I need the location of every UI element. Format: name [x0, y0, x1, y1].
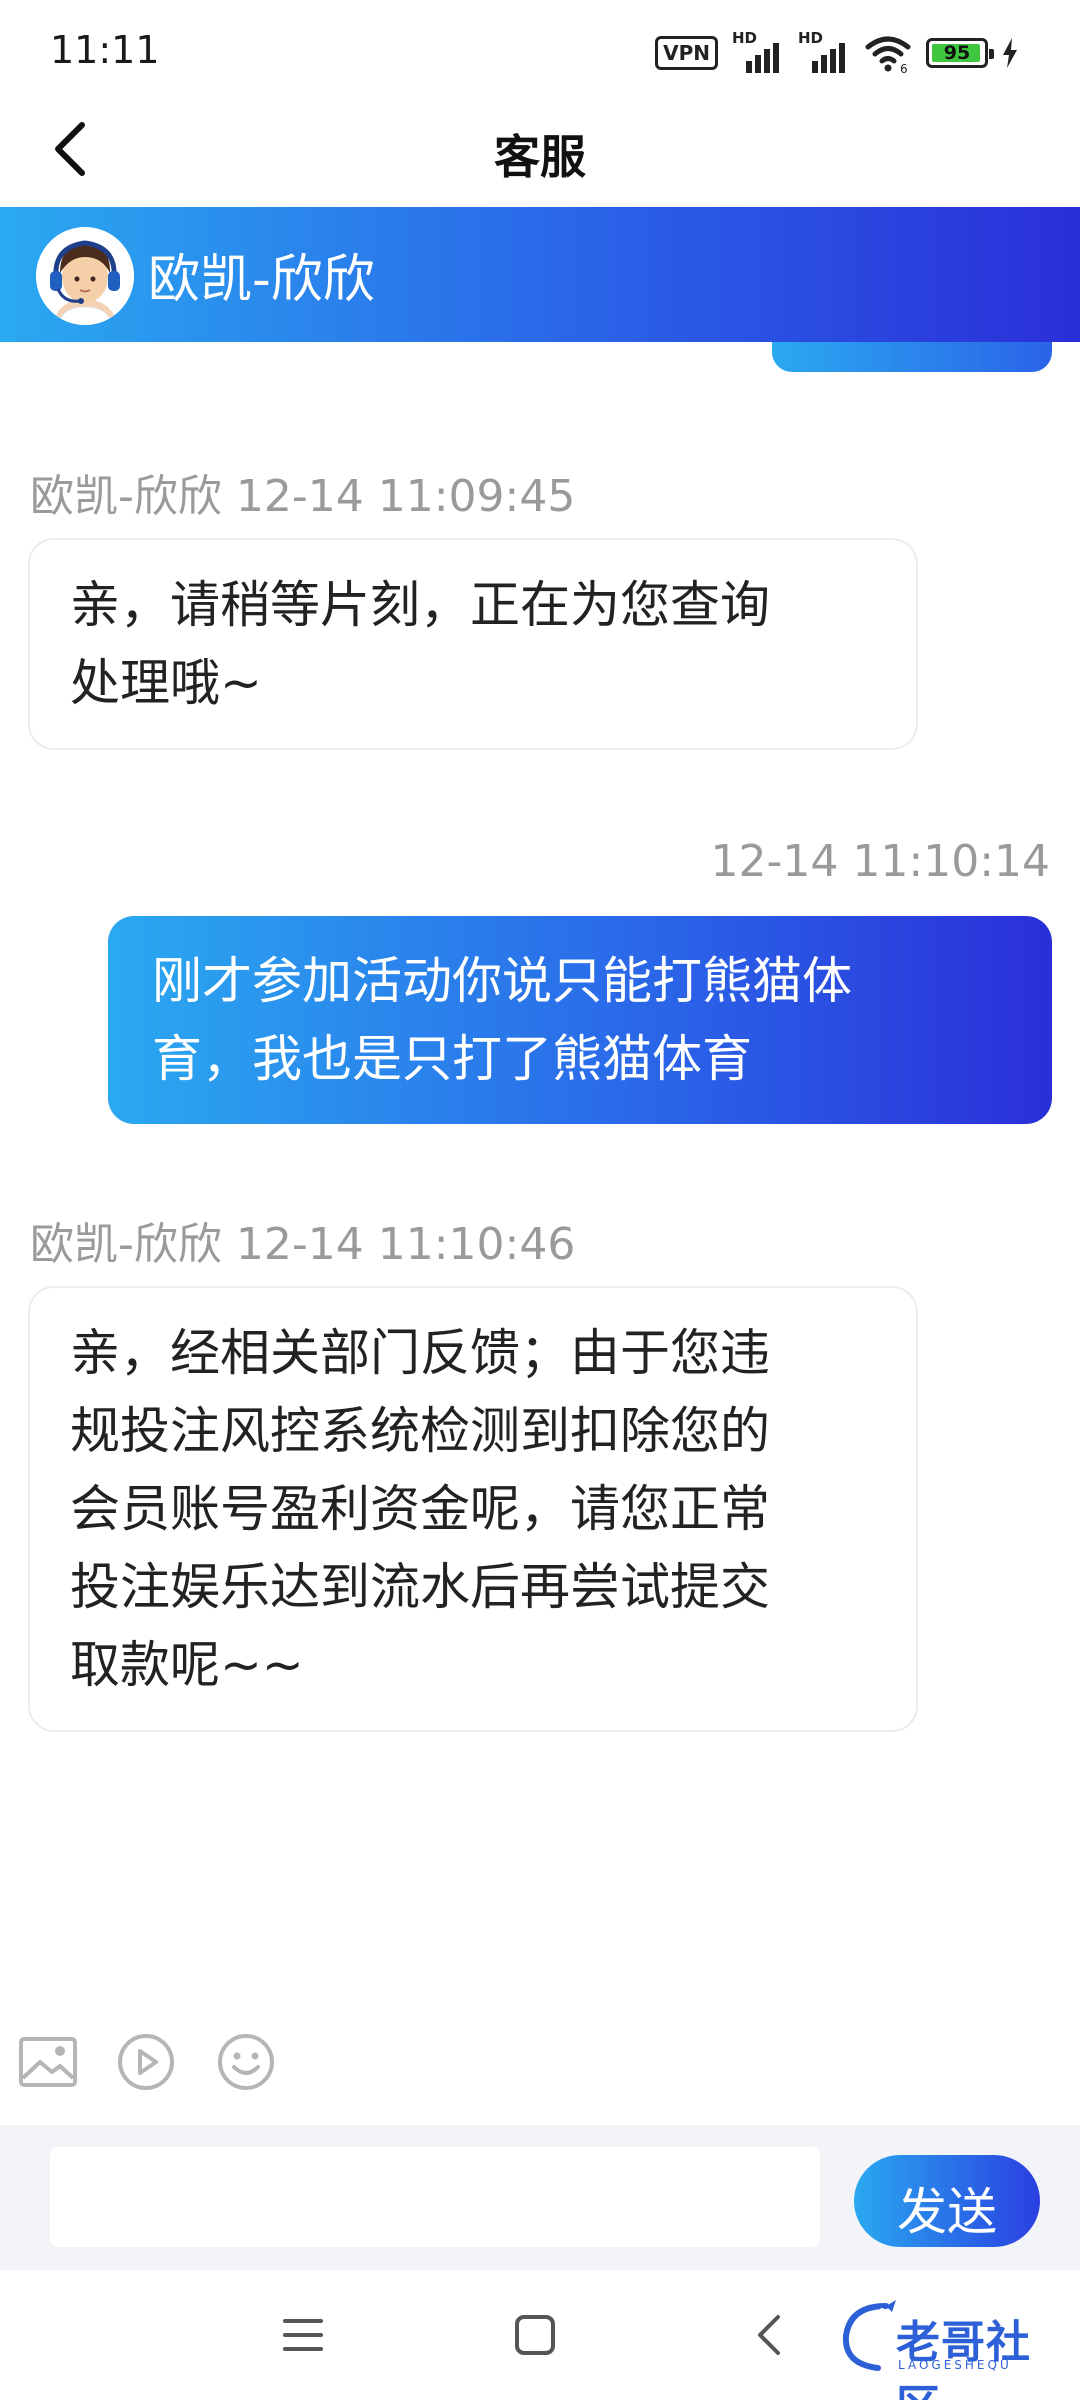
send-button[interactable]: 发送	[854, 2155, 1040, 2247]
page-title: 客服	[494, 130, 586, 184]
watermark-logo: 老哥社区 LAOGESHEQU	[838, 2298, 1068, 2400]
agent-name: 欧凯-欣欣	[148, 250, 375, 310]
menu-icon	[283, 2319, 323, 2351]
navigation-bar: 老哥社区 LAOGESHEQU	[0, 2270, 1080, 2400]
cell-signal-icon: HD	[798, 29, 850, 73]
message-line: 刚才参加活动你说只能打熊猫体	[152, 952, 852, 1010]
chat-area[interactable]: 欧凯-欣欣 12-14 11:09:45 亲，请稍等片刻，正在为您查询 处理哦~…	[0, 342, 1080, 2002]
status-time: 11:11	[50, 28, 160, 72]
watermark-subtext: LAOGESHEQU	[898, 2358, 1012, 2372]
dragon-logo-icon	[842, 2300, 896, 2371]
agent-message-bubble: 亲，请稍等片刻，正在为您查询 处理哦~	[28, 538, 918, 750]
menu-button[interactable]	[268, 2300, 338, 2370]
watermark-text: 老哥社区	[896, 2317, 1031, 2400]
charging-bolt-icon	[1002, 38, 1018, 68]
media-toolbar	[0, 2030, 1080, 2110]
message-meta: 欧凯-欣欣 12-14 11:10:46	[30, 1219, 576, 1270]
home-square-icon	[515, 2315, 555, 2355]
previous-message-bubble	[772, 342, 1052, 372]
image-icon[interactable]	[16, 2030, 80, 2094]
message-meta: 欧凯-欣欣 12-14 11:09:45	[30, 471, 576, 522]
battery-level: 95	[943, 42, 971, 64]
agent-message-bubble: 亲，经相关部门反馈；由于您违 规投注风控系统检测到扣除您的 会员账号盈利资金呢，…	[28, 1286, 918, 1732]
message-input[interactable]	[50, 2147, 820, 2247]
emoji-icon[interactable]	[214, 2030, 278, 2094]
message-meta: 12-14 11:10:14	[710, 836, 1050, 887]
status-icons: VPN HD HD 6 95	[655, 29, 1018, 76]
status-bar: 11:11 VPN HD HD 6 95	[0, 0, 1080, 95]
svg-text:6: 6	[900, 62, 908, 73]
message-line: 规投注风控系统检测到扣除您的	[70, 1402, 770, 1460]
battery-icon: 95	[926, 38, 994, 68]
cell-signal-icon: HD	[732, 29, 784, 73]
title-bar: 客服	[0, 95, 1080, 207]
message-line: 亲，经相关部门反馈；由于您违	[70, 1324, 770, 1382]
message-line: 取款呢~~	[70, 1636, 304, 1694]
screen: 11:11 VPN HD HD 6 95 客服 欧凯-欣欣 欧凯-欣欣 12-1…	[0, 0, 1080, 2400]
message-line: 投注娱乐达到流水后再尝试提交	[70, 1558, 770, 1616]
agent-avatar	[36, 227, 134, 325]
message-line: 处理哦~	[70, 654, 262, 712]
user-message-bubble: 刚才参加活动你说只能打熊猫体 育，我也是只打了熊猫体育	[108, 916, 1052, 1124]
video-icon[interactable]	[114, 2030, 178, 2094]
input-bar: 发送	[0, 2125, 1080, 2270]
message-line: 会员账号盈利资金呢，请您正常	[70, 1480, 770, 1538]
wifi-icon: 6	[864, 33, 912, 76]
back-arrow-icon	[758, 2315, 780, 2355]
message-line: 亲，请稍等片刻，正在为您查询	[70, 576, 770, 634]
nav-back-button[interactable]	[734, 2300, 804, 2370]
home-button[interactable]	[500, 2300, 570, 2370]
message-line: 育，我也是只打了熊猫体育	[152, 1030, 752, 1088]
vpn-badge: VPN	[655, 36, 718, 70]
agent-banner: 欧凯-欣欣	[0, 207, 1080, 342]
